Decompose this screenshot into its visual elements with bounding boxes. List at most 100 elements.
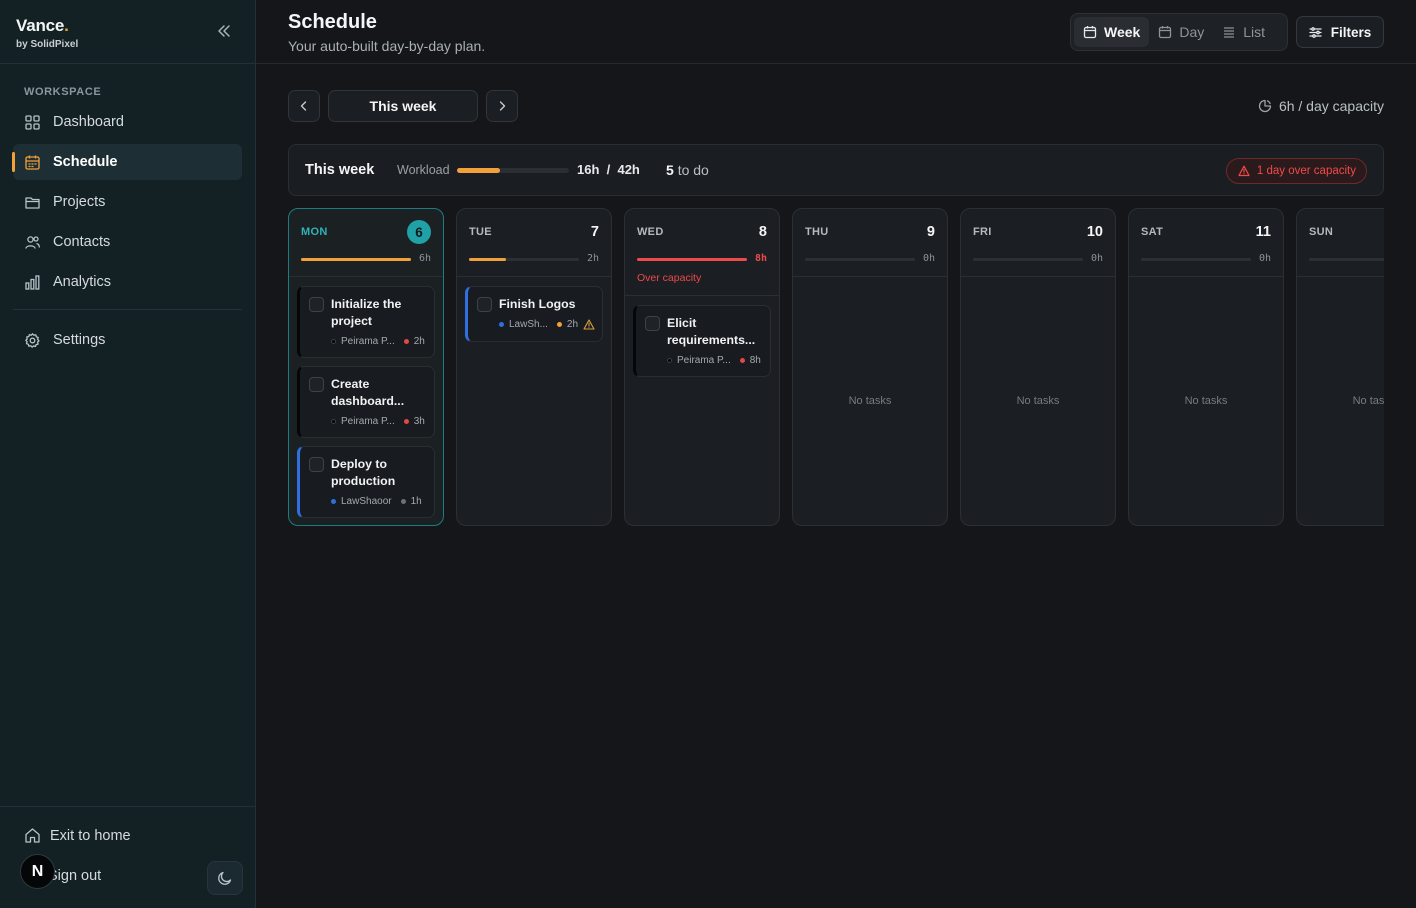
- day-hours: 0h: [1090, 253, 1103, 264]
- previous-week-button[interactable]: [288, 90, 320, 122]
- task-project: Peirama P...: [677, 355, 731, 366]
- task-meta: Peirama P... 8h: [667, 355, 761, 366]
- day-name: SUN: [1309, 226, 1334, 238]
- view-day-label: Day: [1179, 24, 1205, 40]
- sidebar-item-analytics[interactable]: Analytics: [13, 264, 242, 300]
- task-checkbox[interactable]: [645, 316, 660, 331]
- view-week-label: Week: [1104, 24, 1141, 40]
- sidebar-nav: Dashboard Schedule Projects Contacts Ana…: [0, 104, 255, 300]
- view-week-button[interactable]: Week: [1074, 17, 1150, 47]
- priority-dot: [403, 419, 409, 424]
- exit-label: Exit to home: [50, 827, 131, 844]
- task-hours-value: 3h: [413, 416, 425, 427]
- task-hours: 3h: [403, 416, 425, 427]
- brand-tagline: by SolidPixel: [16, 39, 79, 50]
- day-header: SAT 11 0h: [1129, 209, 1283, 277]
- day-load-bar: [1141, 258, 1251, 261]
- day-number[interactable]: 6: [407, 220, 431, 244]
- day-number[interactable]: 11: [1256, 224, 1271, 240]
- workload-progress-fill: [457, 168, 500, 173]
- sidebar-item-settings[interactable]: Settings: [13, 322, 242, 358]
- nav-divider: [13, 309, 242, 310]
- over-capacity-label: 1 day over capacity: [1256, 165, 1356, 177]
- week-summary: This week Workload 16h / 42h 5 to do 1 d…: [288, 144, 1384, 196]
- over-capacity-badge[interactable]: 1 day over capacity: [1225, 158, 1367, 184]
- task-checkbox[interactable]: [309, 377, 324, 392]
- chevron-left-icon: [300, 101, 307, 111]
- collapse-sidebar-icon[interactable]: [215, 22, 233, 40]
- sidebar-item-label: Schedule: [53, 154, 118, 170]
- task-meta: LawSh... 2h: [499, 319, 595, 330]
- sidebar-item-label: Analytics: [53, 274, 112, 290]
- day-header: TUE 7 2h: [457, 209, 611, 277]
- theme-toggle-button[interactable]: [207, 861, 243, 895]
- day-name: TUE: [469, 226, 492, 238]
- task-hours-value: 2h: [413, 336, 425, 347]
- priority-dot: [556, 322, 562, 327]
- task-card[interactable]: Deploy to production LawShaoor 1h: [297, 446, 435, 518]
- day-header: FRI 10 0h: [961, 209, 1115, 277]
- day-load-fill: [301, 258, 411, 261]
- daily-capacity: 6h / day capacity: [1258, 98, 1384, 114]
- day-name: MON: [301, 226, 328, 238]
- folder-icon: [25, 196, 40, 209]
- task-checkbox[interactable]: [309, 297, 324, 312]
- brand: Vance. by SolidPixel: [0, 0, 255, 64]
- day-hours: 0h: [922, 253, 935, 264]
- day-number[interactable]: 8: [759, 224, 767, 240]
- task-title: Elicit requirements...: [667, 316, 756, 347]
- task-title: Initialize the project: [331, 297, 402, 328]
- view-toggle: Week Day List: [1070, 13, 1288, 51]
- day-header: WED 8 8h Over capacity: [625, 209, 779, 296]
- filters-label: Filters: [1330, 24, 1372, 40]
- task-checkbox[interactable]: [309, 457, 324, 472]
- task-card[interactable]: Create dashboard... Peirama P... 3h: [297, 366, 435, 438]
- priority-dot: [739, 358, 745, 363]
- no-tasks-text: No tasks: [1184, 395, 1228, 407]
- chevron-right-icon: [499, 101, 506, 111]
- day-load-fill: [469, 258, 506, 261]
- next-week-button[interactable]: [486, 90, 518, 122]
- day-number[interactable]: 7: [591, 224, 599, 240]
- day-header: THU 9 0h: [793, 209, 947, 277]
- day-load-bar: [637, 258, 747, 261]
- sidebar-item-dashboard[interactable]: Dashboard: [13, 104, 242, 140]
- grid-icon: [25, 114, 40, 130]
- current-week-button[interactable]: This week: [328, 90, 478, 122]
- day-number[interactable]: 9: [927, 224, 935, 240]
- task-title: Create dashboard...: [331, 377, 405, 408]
- task-card[interactable]: Elicit requirements... Peirama P... 8h: [633, 305, 771, 377]
- avatar[interactable]: N: [20, 854, 55, 889]
- page-title: Schedule: [288, 11, 377, 33]
- project-dot: [331, 419, 336, 424]
- task-card[interactable]: Initialize the project Peirama P... 2h: [297, 286, 435, 358]
- view-list-button[interactable]: List: [1213, 17, 1274, 47]
- exit-to-home-link[interactable]: Exit to home: [24, 827, 131, 844]
- project-dot: [331, 499, 336, 504]
- sidebar-item-label: Projects: [53, 194, 106, 210]
- task-card[interactable]: Finish Logos LawSh... 2h: [465, 286, 603, 342]
- sidebar-item-schedule[interactable]: Schedule: [12, 144, 242, 180]
- no-tasks-text: No tasks: [1016, 395, 1060, 407]
- task-checkbox[interactable]: [477, 297, 492, 312]
- task-meta: Peirama P... 2h: [331, 336, 425, 347]
- day-column-tue: TUE 7 2h Finish Logos LawSh... 2h: [456, 208, 612, 526]
- project-dot: [499, 322, 504, 327]
- day-number[interactable]: 10: [1087, 224, 1103, 240]
- day-header: MON 6 6h: [289, 209, 443, 277]
- sign-out-link[interactable]: Sign out: [48, 868, 101, 884]
- view-day-button[interactable]: Day: [1149, 17, 1213, 47]
- week-grid: MON 6 6h Initialize the project Peirama …: [288, 208, 1384, 528]
- sidebar-item-contacts[interactable]: Contacts: [13, 224, 242, 260]
- sidebar-item-projects[interactable]: Projects: [13, 184, 242, 220]
- sidebar-item-label: Contacts: [53, 234, 111, 250]
- section-label-workspace: WORKSPACE: [24, 86, 102, 98]
- day-column-fri: FRI 10 0h No tasks: [960, 208, 1116, 526]
- calendar-icon: [1159, 26, 1172, 39]
- filters-button[interactable]: Filters: [1296, 16, 1384, 48]
- day-column-sun: SUN 12 0h No tasks: [1296, 208, 1384, 526]
- list-icon: [1224, 27, 1235, 38]
- day-header: SUN 12 0h: [1297, 209, 1384, 277]
- day-name: WED: [637, 226, 664, 238]
- day-name: FRI: [973, 226, 992, 238]
